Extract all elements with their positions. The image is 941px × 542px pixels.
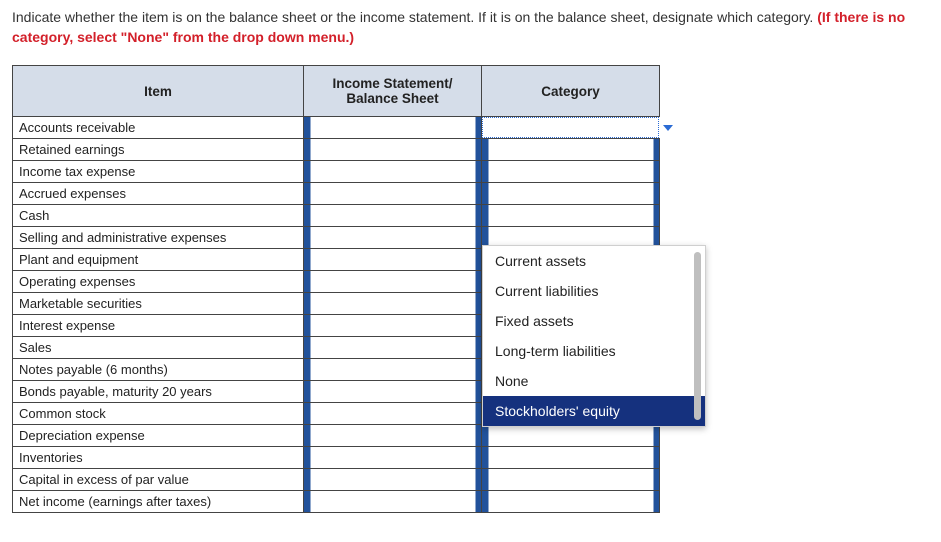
table-row: Retained earnings (13, 139, 660, 161)
table-row: Inventories (13, 447, 660, 469)
header-statement: Income Statement/ Balance Sheet (304, 66, 482, 117)
category-select[interactable] (482, 491, 660, 513)
statement-select[interactable] (304, 337, 482, 359)
item-cell: Operating expenses (13, 271, 304, 293)
statement-select[interactable] (304, 183, 482, 205)
item-cell: Capital in excess of par value (13, 469, 304, 491)
item-cell: Net income (earnings after taxes) (13, 491, 304, 513)
statement-select[interactable] (304, 381, 482, 403)
category-select[interactable] (482, 161, 660, 183)
item-cell: Marketable securities (13, 293, 304, 315)
dropdown-arrow-icon[interactable] (659, 117, 677, 138)
item-cell: Cash (13, 205, 304, 227)
item-cell: Selling and administrative expenses (13, 227, 304, 249)
table-row: Accounts receivable (13, 117, 660, 139)
table-row: Cash (13, 205, 660, 227)
statement-select[interactable] (304, 469, 482, 491)
statement-select[interactable] (304, 425, 482, 447)
category-select[interactable] (482, 205, 660, 227)
dropdown-option[interactable]: Current assets (483, 246, 705, 276)
header-item: Item (13, 66, 304, 117)
category-select[interactable] (482, 117, 660, 139)
table-row: Depreciation expense (13, 425, 660, 447)
item-cell: Common stock (13, 403, 304, 425)
dropdown-option[interactable]: Current liabilities (483, 276, 705, 306)
item-cell: Plant and equipment (13, 249, 304, 271)
table-row: Capital in excess of par value (13, 469, 660, 491)
table-row: Income tax expense (13, 161, 660, 183)
dropdown-option[interactable]: Fixed assets (483, 306, 705, 336)
item-cell: Bonds payable, maturity 20 years (13, 381, 304, 403)
statement-select[interactable] (304, 293, 482, 315)
statement-select[interactable] (304, 227, 482, 249)
statement-select[interactable] (304, 249, 482, 271)
item-cell: Sales (13, 337, 304, 359)
statement-select[interactable] (304, 161, 482, 183)
dropdown-option[interactable]: None (483, 366, 705, 396)
dropdown-option[interactable]: Stockholders' equity (483, 396, 705, 426)
category-select[interactable] (482, 183, 660, 205)
dropdown-option[interactable]: Long-term liabilities (483, 336, 705, 366)
header-category: Category (482, 66, 660, 117)
item-cell: Inventories (13, 447, 304, 469)
item-cell: Income tax expense (13, 161, 304, 183)
item-cell: Retained earnings (13, 139, 304, 161)
statement-select[interactable] (304, 139, 482, 161)
item-cell: Interest expense (13, 315, 304, 337)
category-dropdown-list[interactable]: Current assetsCurrent liabilitiesFixed a… (482, 245, 706, 427)
category-select[interactable] (482, 447, 660, 469)
statement-select[interactable] (304, 359, 482, 381)
category-select[interactable] (482, 425, 660, 447)
statement-select[interactable] (304, 403, 482, 425)
category-select[interactable] (482, 469, 660, 491)
statement-select[interactable] (304, 271, 482, 293)
instruction-text: Indicate whether the item is on the bala… (12, 9, 817, 25)
statement-select[interactable] (304, 447, 482, 469)
item-cell: Accrued expenses (13, 183, 304, 205)
dropdown-scrollbar[interactable] (694, 252, 701, 420)
item-cell: Notes payable (6 months) (13, 359, 304, 381)
category-select[interactable] (482, 139, 660, 161)
statement-select[interactable] (304, 117, 482, 139)
statement-select[interactable] (304, 315, 482, 337)
statement-select[interactable] (304, 491, 482, 513)
instructions: Indicate whether the item is on the bala… (12, 8, 929, 47)
table-row: Net income (earnings after taxes) (13, 491, 660, 513)
item-cell: Depreciation expense (13, 425, 304, 447)
table-row: Accrued expenses (13, 183, 660, 205)
statement-select[interactable] (304, 205, 482, 227)
item-cell: Accounts receivable (13, 117, 304, 139)
